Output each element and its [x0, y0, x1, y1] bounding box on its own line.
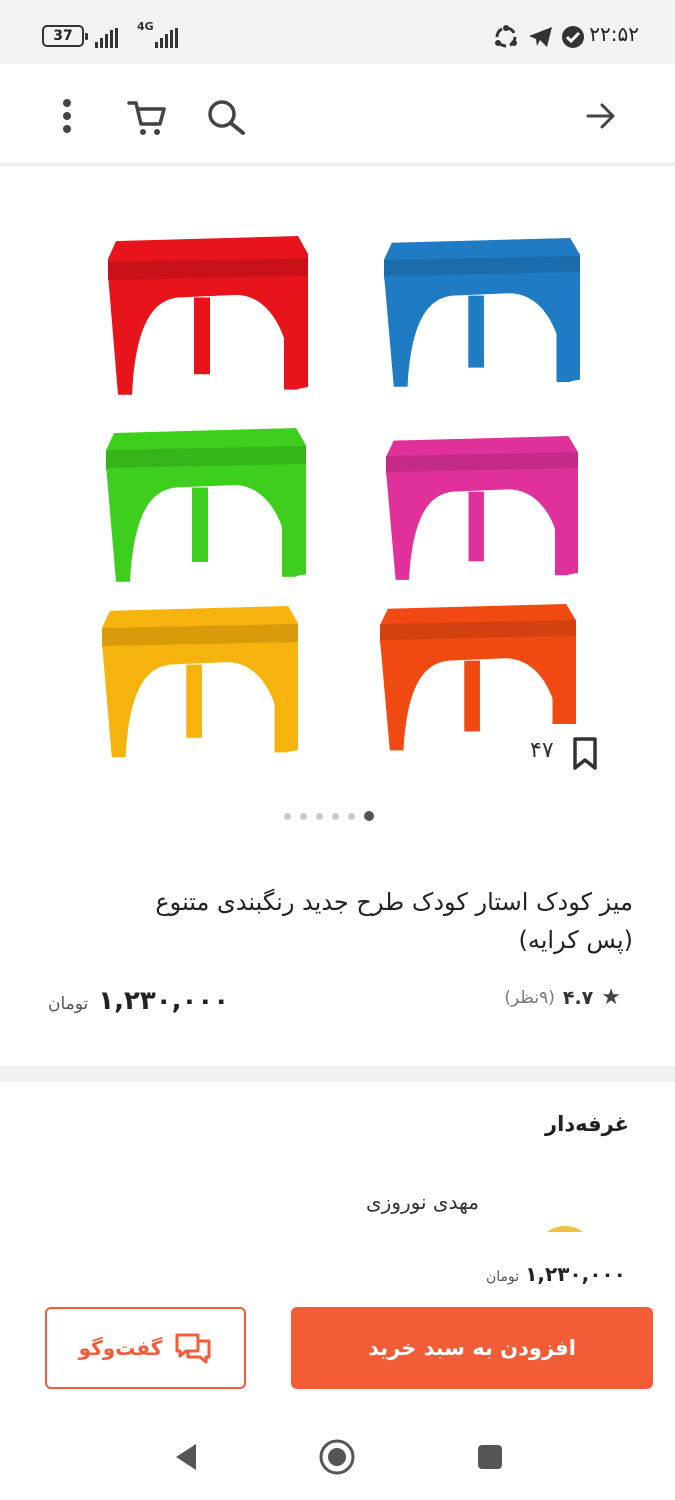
purchase-amount: ۱,۲۳۰,۰۰۰ — [525, 1262, 626, 1286]
battery-indicator: 37 — [42, 25, 88, 47]
purchase-currency: تومان — [486, 1269, 520, 1285]
nav-back-icon[interactable] — [172, 1442, 200, 1472]
product-rating[interactable]: ★ ۴.۷ (۹نظر) — [504, 985, 621, 1010]
chat-icon — [175, 1333, 211, 1364]
telegram-icon — [529, 27, 552, 47]
nav-home-icon[interactable] — [318, 1438, 356, 1476]
recycle-icon — [495, 25, 517, 48]
rating-score: ۴.۷ — [562, 986, 594, 1009]
add-to-cart-label: افزودن به سبد خرید — [368, 1336, 576, 1360]
pagination-dot-active[interactable] — [364, 811, 374, 821]
pagination-dot[interactable] — [348, 812, 355, 820]
gallery-pagination-dots — [284, 811, 374, 821]
bookmark-icon[interactable] — [571, 736, 599, 772]
add-to-cart-button[interactable]: افزودن به سبد خرید — [291, 1307, 653, 1389]
product-price: تومان ۱,۲۳۰,۰۰۰ — [48, 986, 229, 1016]
bookmark-count: ۴۷ — [530, 738, 554, 763]
review-count: (۹نظر) — [504, 987, 555, 1008]
star-icon: ★ — [601, 985, 621, 1010]
seller-name[interactable]: مهدی نوروزی — [366, 1190, 479, 1214]
chat-button[interactable]: گفت‌وگو — [45, 1307, 246, 1389]
signal-icon — [95, 26, 118, 48]
pagination-dot[interactable] — [332, 812, 339, 820]
pagination-dot[interactable] — [316, 812, 323, 820]
shield-check-icon — [562, 26, 584, 48]
nav-recents-icon[interactable] — [476, 1443, 504, 1471]
product-image — [102, 236, 580, 758]
system-navigation-bar — [0, 1410, 675, 1500]
pagination-dot[interactable] — [300, 812, 307, 820]
product-image-gallery[interactable] — [0, 172, 675, 792]
seller-section-label: غرفه‌دار — [545, 1112, 629, 1136]
back-arrow-icon[interactable] — [586, 102, 616, 130]
product-title-line1: میز کودک استار کودک طرح جدید رنگبندی متن… — [155, 888, 633, 916]
network-type: 4G — [137, 20, 154, 33]
purchase-bar-price: تومان ۱,۲۳۰,۰۰۰ — [486, 1262, 626, 1286]
app-header — [0, 64, 675, 166]
status-bar: 37 4G ۲۲:۵۲ — [0, 0, 675, 64]
price-amount: ۱,۲۳۰,۰۰۰ — [98, 986, 230, 1016]
signal-icon-secondary — [155, 26, 178, 48]
product-title: میز کودک استار کودک طرح جدید رنگبندی متن… — [33, 883, 633, 959]
currency-label: تومان — [48, 994, 89, 1014]
pagination-dot[interactable] — [284, 812, 291, 820]
section-divider — [0, 1066, 675, 1082]
chat-label: گفت‌وگو — [78, 1336, 163, 1360]
search-icon[interactable] — [205, 98, 249, 138]
product-title-line2: (پس کرایه) — [518, 926, 633, 954]
more-vert-icon[interactable] — [60, 98, 74, 134]
cart-icon[interactable] — [126, 98, 168, 138]
status-time: ۲۲:۵۲ — [589, 22, 639, 46]
